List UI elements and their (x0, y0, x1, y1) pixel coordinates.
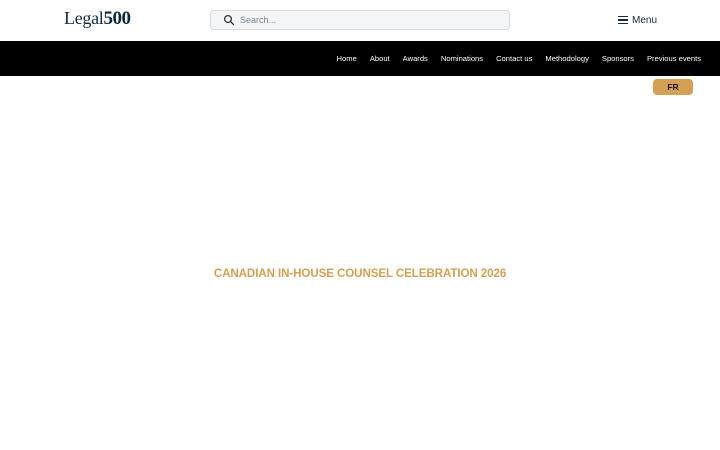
search-input[interactable] (239, 11, 499, 29)
menu-button[interactable]: Menu (618, 12, 657, 28)
language-toggle-button[interactable]: FR (653, 79, 693, 95)
nav-link-previous-events[interactable]: Previous events (647, 54, 701, 63)
nav-link-methodology[interactable]: Methodology (545, 54, 588, 63)
nav-link-awards[interactable]: Awards (403, 54, 428, 63)
search-icon (223, 14, 235, 26)
nav-link-about[interactable]: About (370, 54, 390, 63)
hamburger-menu-icon (618, 15, 628, 25)
logo-number: 500 (103, 8, 131, 29)
nav-link-contact-us[interactable]: Contact us (496, 54, 532, 63)
logo-word: Legal (64, 8, 104, 28)
search-bar[interactable] (210, 10, 510, 30)
nav-link-nominations[interactable]: Nominations (441, 54, 483, 63)
site-header: Legal500 Menu (0, 0, 720, 41)
nav-link-sponsors[interactable]: Sponsors (602, 54, 634, 63)
main-navigation: Home About Awards Nominations Contact us… (0, 41, 720, 76)
legal500-logo[interactable]: Legal 500 (64, 8, 131, 32)
nav-link-home[interactable]: Home (337, 54, 357, 63)
menu-label: Menu (632, 14, 658, 26)
page-title: CANADIAN IN-HOUSE COUNSEL CELEBRATION 20… (213, 267, 507, 280)
